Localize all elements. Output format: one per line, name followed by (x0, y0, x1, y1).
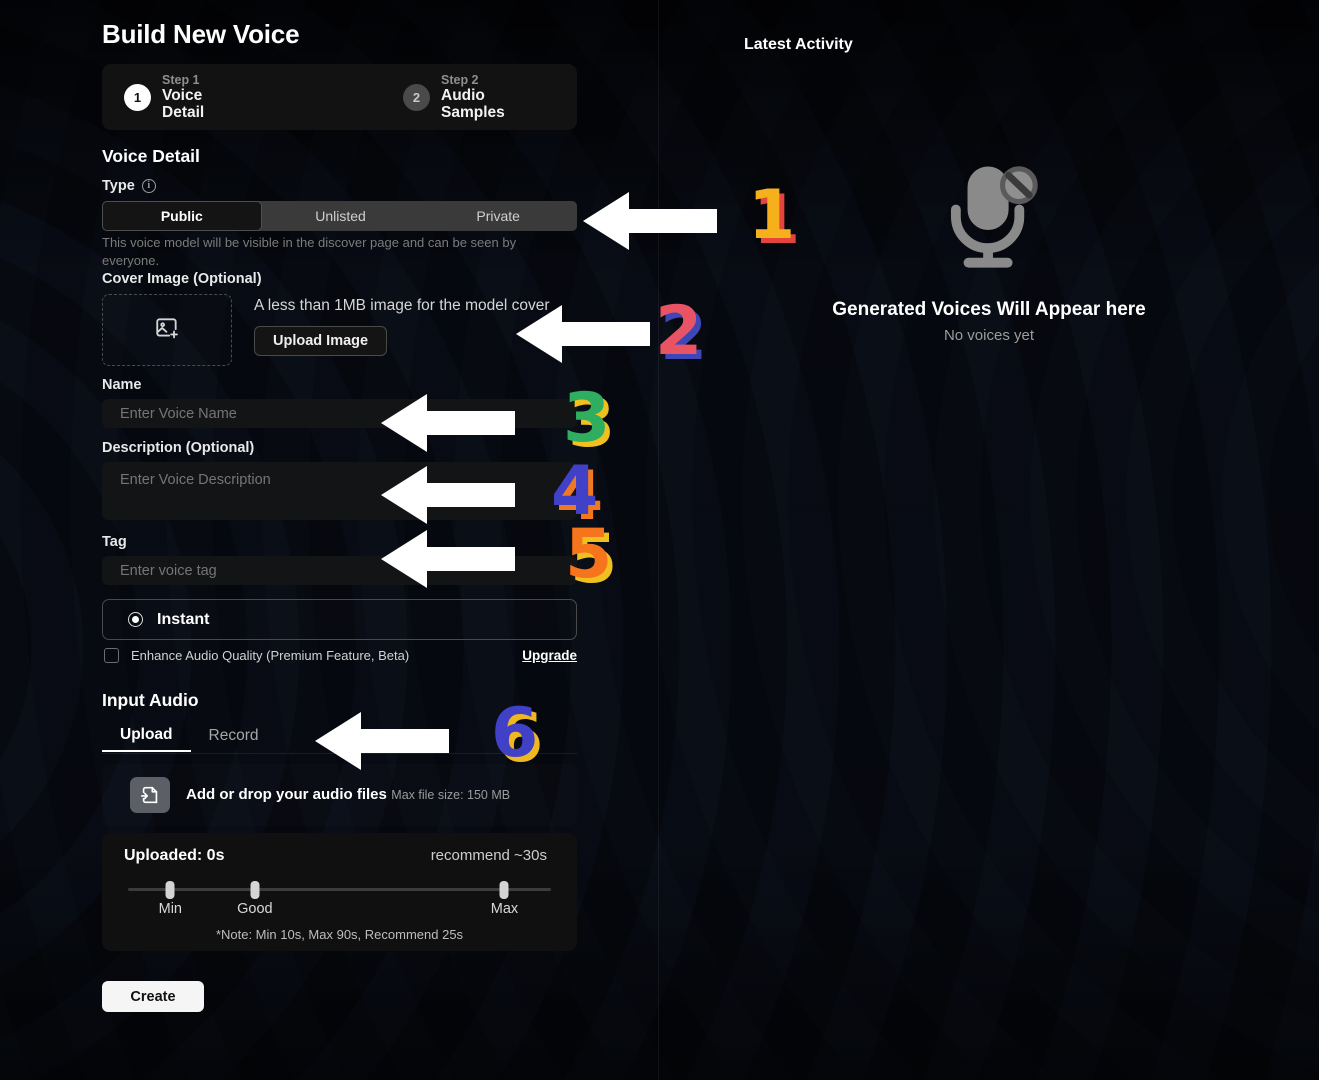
duration-slider-thumb-good[interactable] (250, 881, 260, 899)
add-file-icon (130, 777, 170, 813)
annotation-arrow-3 (381, 392, 515, 459)
cover-image-label: Cover Image (Optional) (102, 271, 262, 287)
description-label: Description (Optional) (102, 440, 255, 456)
duration-slider-thumb-min[interactable] (165, 881, 175, 899)
recommended-duration-label: recommend ~30s (430, 847, 547, 864)
slider-mark-good: Good (237, 901, 273, 917)
info-icon[interactable]: i (141, 179, 156, 193)
stepper: 1 Step 1 Voice Detail 2 Step 2 Audio Sam… (102, 64, 577, 130)
cover-image-dropzone[interactable] (102, 294, 232, 366)
duration-slider-note: *Note: Min 10s, Max 90s, Recommend 25s (215, 927, 464, 942)
annotation-number-6: 6 (491, 694, 538, 773)
duration-slider-panel: Uploaded: 0s recommend ~30s Min Good Max… (102, 833, 577, 951)
tag-label: Tag (102, 534, 127, 550)
annotation-number-2: 2 (655, 292, 702, 371)
stepper-step-voice-detail[interactable]: 1 Step 1 Voice Detail (124, 73, 248, 122)
audio-dropzone-title: Add or drop your audio files (186, 786, 387, 803)
step-1-kicker: Step 1 (162, 72, 200, 87)
page-title: Build New Voice (102, 19, 300, 49)
tab-upload[interactable]: Upload (102, 720, 191, 752)
annotation-arrow-1 (583, 190, 717, 257)
step-2-name: Audio Samples (441, 86, 505, 121)
type-label-text: Type (102, 178, 135, 194)
duration-slider-track-wrap[interactable] (128, 881, 551, 899)
audio-dropzone-text: Add or drop your audio files Max file si… (186, 786, 510, 804)
slider-mark-max: Max (490, 901, 519, 917)
duration-slider-track (128, 888, 551, 891)
annotation-number-3: 3 (563, 379, 610, 458)
step-1-badge: 1 (124, 83, 151, 111)
annotation-arrow-2 (516, 303, 650, 370)
duration-slider-marks: Min Good Max (128, 901, 551, 921)
duration-slider-thumb-max[interactable] (499, 881, 509, 899)
add-image-icon (154, 315, 180, 346)
latest-activity-title: Latest Activity (744, 36, 853, 53)
step-2-badge: 2 (403, 83, 430, 111)
name-label: Name (102, 377, 142, 393)
stepper-step-audio-samples[interactable]: 2 Step 2 Audio Samples (403, 73, 527, 122)
type-option-private[interactable]: Private (419, 201, 577, 231)
enhance-audio-quality-row: Enhance Audio Quality (Premium Feature, … (104, 648, 577, 664)
type-helper-text: This voice model will be visible in the … (102, 235, 517, 269)
enhance-audio-checkbox[interactable] (104, 648, 119, 664)
latest-activity-pane: Latest Activity Generated Voices Will Ap… (659, 0, 1319, 1080)
annotation-arrow-6 (315, 710, 449, 777)
create-button[interactable]: Create (102, 981, 204, 1012)
step-2-kicker: Step 2 (441, 72, 479, 87)
voice-builder-form: Build New Voice 1 Step 1 Voice Detail 2 … (0, 0, 658, 1080)
upload-image-button[interactable]: Upload Image (254, 325, 388, 356)
input-audio-section-title: Input Audio (102, 690, 199, 710)
activity-empty-title: Generated Voices Will Appear here (832, 299, 1146, 320)
slider-mark-min: Min (158, 901, 182, 917)
annotation-number-1: 1 (748, 176, 795, 255)
type-segmented-control[interactable]: Public Unlisted Private (102, 201, 577, 231)
annotation-arrow-4 (381, 464, 515, 531)
step-1-name: Voice Detail (162, 86, 205, 121)
cover-image-row: A less than 1MB image for the model cove… (102, 294, 554, 366)
enhance-audio-label: Enhance Audio Quality (Premium Feature, … (131, 648, 410, 663)
audio-dropzone-subtitle: Max file size: 150 MB (391, 788, 511, 802)
app-root: Build New Voice 1 Step 1 Voice Detail 2 … (0, 0, 1319, 1080)
upgrade-link[interactable]: Upgrade (522, 648, 577, 663)
instant-mode-option[interactable]: Instant (102, 599, 577, 640)
radio-selected-icon (128, 612, 143, 627)
cover-image-meta: A less than 1MB image for the model cove… (254, 294, 554, 366)
type-option-unlisted[interactable]: Unlisted (262, 201, 420, 231)
instant-label: Instant (157, 610, 210, 628)
type-option-public[interactable]: Public (102, 201, 262, 231)
type-label: Type i (102, 178, 156, 194)
cover-image-description: A less than 1MB image for the model cove… (254, 297, 550, 314)
uploaded-duration-label: Uploaded: 0s (124, 847, 225, 864)
annotation-arrow-5 (381, 528, 515, 595)
annotation-number-5: 5 (565, 515, 612, 594)
duration-slider-header: Uploaded: 0s recommend ~30s (124, 847, 555, 865)
activity-empty-subtitle: No voices yet (943, 327, 1035, 344)
voice-detail-section-title: Voice Detail (102, 146, 200, 166)
tab-record[interactable]: Record (191, 720, 277, 752)
